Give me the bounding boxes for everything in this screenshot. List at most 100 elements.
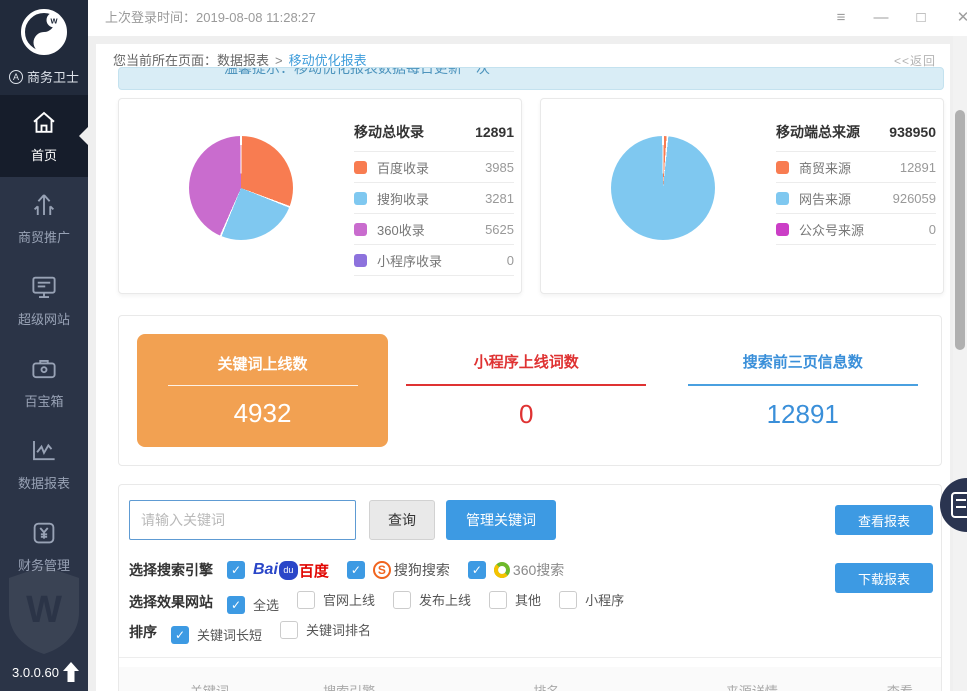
app-logo-icon: w bbox=[18, 6, 70, 58]
breadcrumb-current-link[interactable]: 移动优化报表 bbox=[289, 53, 367, 68]
sidebar-nav: 首页 商贸推广 超级网站 百宝箱 数据报表 财务管理 bbox=[0, 95, 88, 587]
checkbox[interactable]: ✓ bbox=[227, 596, 245, 614]
query-button[interactable]: 查询 bbox=[369, 500, 435, 540]
download-report-button[interactable]: 下载报表 bbox=[835, 563, 933, 593]
titlebar: 上次登录时间：2019-08-08 11:28:27 ≡ — □ ✕ bbox=[88, 0, 967, 36]
view-report-button[interactable]: 查看报表 bbox=[835, 505, 933, 535]
legend-swatch bbox=[354, 254, 367, 267]
miniprogram-words-stat: 小程序上线词数 0 bbox=[388, 351, 665, 430]
finance-icon bbox=[29, 518, 59, 548]
checkbox[interactable]: ✓ bbox=[227, 561, 245, 579]
sidebar-item-label: 商贸推广 bbox=[18, 227, 70, 246]
legend-total: 938950 bbox=[889, 124, 936, 140]
legend-label: 小程序收录 bbox=[377, 251, 442, 270]
keyword-search-input[interactable] bbox=[129, 500, 356, 540]
legend-row: 360收录 5625 bbox=[354, 214, 514, 245]
notice-text: 温馨提示：移动优化报表数据每日更新一次 bbox=[224, 67, 490, 78]
checkbox[interactable] bbox=[280, 621, 298, 639]
legend-swatch bbox=[776, 192, 789, 205]
site-filter-label: 选择效果网站 bbox=[129, 592, 213, 612]
checkbox[interactable] bbox=[559, 591, 577, 609]
results-table-header: 关键词搜索引擎排名来源详情查看 bbox=[119, 667, 941, 691]
legend-row: 小程序收录0 bbox=[354, 245, 514, 276]
baidu-logo-icon: Baidu百度 bbox=[253, 560, 329, 581]
engine-option-sogou[interactable]: ✓S搜狗搜索 bbox=[347, 560, 450, 580]
engine-filter-label: 选择搜索引擎 bbox=[129, 560, 213, 580]
stat-label: 搜索前三页信息数 bbox=[743, 351, 863, 372]
mobile-index-pie-chart bbox=[189, 136, 293, 240]
scrollbar-thumb[interactable] bbox=[955, 110, 965, 350]
toolbox-icon bbox=[29, 354, 59, 384]
stat-label: 小程序上线词数 bbox=[474, 351, 579, 372]
sidebar-item-label: 超级网站 bbox=[18, 309, 70, 328]
sidebar-item-reports[interactable]: 数据报表 bbox=[0, 423, 88, 505]
checkbox[interactable] bbox=[393, 591, 411, 609]
sidebar-item-home[interactable]: 首页 bbox=[0, 95, 88, 177]
scrollbar-track[interactable] bbox=[953, 36, 967, 691]
option-label: 关键词排名 bbox=[306, 620, 371, 639]
option-label: 小程序 bbox=[585, 590, 624, 609]
sidebar: w A 商务卫士 首页 商贸推广 超级网站 百宝箱 数据报表 财务 bbox=[0, 0, 88, 691]
legend-label: 百度收录 bbox=[377, 158, 429, 177]
sidebar-item-promotion[interactable]: 商贸推广 bbox=[0, 177, 88, 259]
filter-option[interactable]: 其他 bbox=[489, 590, 541, 609]
brand-icon: A bbox=[9, 70, 23, 84]
filter-option[interactable]: 关键词排名 bbox=[280, 620, 371, 639]
filter-option[interactable]: 官网上线 bbox=[297, 590, 375, 609]
maximize-icon[interactable]: □ bbox=[911, 0, 931, 36]
filter-option[interactable]: 小程序 bbox=[559, 590, 624, 609]
legend-row: 公众号来源0 bbox=[776, 214, 936, 245]
checkbox[interactable]: ✓ bbox=[171, 626, 189, 644]
checkbox[interactable]: ✓ bbox=[468, 561, 486, 579]
legend-label: 商贸来源 bbox=[799, 158, 851, 177]
option-label: 其他 bbox=[515, 590, 541, 609]
legend-swatch bbox=[776, 223, 789, 236]
sidebar-item-toolbox[interactable]: 百宝箱 bbox=[0, 341, 88, 423]
checkbox[interactable] bbox=[297, 591, 315, 609]
legend-value: 926059 bbox=[893, 191, 936, 206]
manage-keywords-button[interactable]: 管理关键词 bbox=[446, 500, 556, 540]
legend-label: 搜狗收录 bbox=[377, 189, 429, 208]
last-login-time: 上次登录时间：2019-08-08 11:28:27 bbox=[105, 0, 316, 36]
table-column-header: 来源详情 bbox=[726, 681, 778, 691]
engine-option-baidu[interactable]: ✓ Baidu百度 bbox=[227, 560, 329, 581]
table-column-header: 关键词 bbox=[190, 681, 229, 691]
legend-swatch bbox=[354, 223, 367, 236]
sidebar-item-label: 百宝箱 bbox=[24, 391, 63, 410]
legend-row: 网告来源926059 bbox=[776, 183, 936, 214]
keyword-filter-card: 查询 管理关键词 查看报表 下载报表 选择搜索引擎 ✓ Baidu百度 ✓S搜狗搜索… bbox=[118, 484, 942, 691]
legend-row: 商贸来源 12891 bbox=[776, 152, 936, 183]
stat-label: 关键词上线数 bbox=[217, 353, 307, 374]
minimize-icon[interactable]: — bbox=[871, 0, 891, 36]
report-widget-icon bbox=[951, 492, 967, 518]
legend-value: 0 bbox=[929, 222, 936, 237]
watermark-shield-icon: W bbox=[0, 564, 88, 661]
filter-option[interactable]: ✓ 全选 bbox=[227, 595, 279, 614]
stat-value: 0 bbox=[519, 399, 533, 430]
sidebar-item-label: 首页 bbox=[31, 145, 57, 164]
engine-option-360[interactable]: ✓360搜索 bbox=[468, 560, 564, 580]
top3-pages-stat: 搜索前三页信息数 12891 bbox=[665, 351, 942, 430]
app-logo-block: w A 商务卫士 bbox=[0, 0, 88, 95]
sidebar-item-label: 数据报表 bbox=[18, 473, 70, 492]
option-label: 全选 bbox=[253, 595, 279, 614]
sidebar-item-website[interactable]: 超级网站 bbox=[0, 259, 88, 341]
close-icon[interactable]: ✕ bbox=[953, 0, 967, 36]
legend-label: 360收录 bbox=[377, 220, 425, 239]
filter-option[interactable]: 发布上线 bbox=[393, 590, 471, 609]
legend-value: 12891 bbox=[900, 160, 936, 175]
update-arrow-icon[interactable] bbox=[62, 661, 80, 683]
legend-swatch bbox=[354, 161, 367, 174]
mobile-index-card: 移动总收录 12891 百度收录3985搜狗收录3281360收录5625小程序… bbox=[118, 98, 522, 294]
filter-option[interactable]: ✓关键词长短 bbox=[171, 625, 262, 644]
website-icon bbox=[29, 272, 59, 302]
kpi-stats-card: 关键词上线数 4932 小程序上线词数 0 搜索前三页信息数 12891 bbox=[118, 315, 942, 466]
menu-icon[interactable]: ≡ bbox=[831, 0, 851, 36]
checkbox[interactable] bbox=[489, 591, 507, 609]
breadcrumb-prefix: 您当前所在页面：数据报表 bbox=[113, 53, 269, 68]
table-divider bbox=[119, 657, 941, 658]
checkbox[interactable]: ✓ bbox=[347, 561, 365, 579]
mobile-source-pie-chart bbox=[611, 136, 715, 240]
legend-value: 5625 bbox=[485, 222, 514, 237]
mobile-source-legend: 移动端总来源 938950 商贸来源12891网告来源926059公众号来源0 bbox=[776, 113, 936, 245]
